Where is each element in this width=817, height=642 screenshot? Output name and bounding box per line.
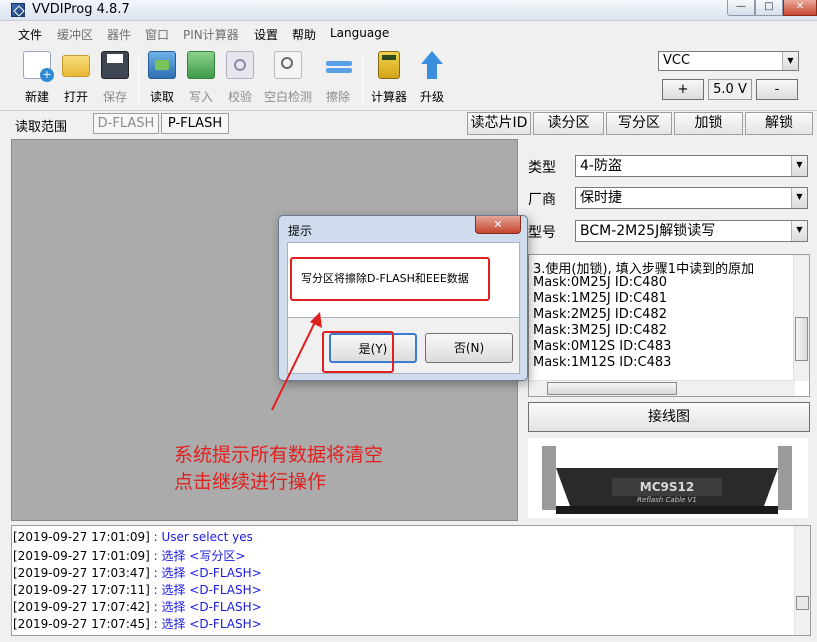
- menu-window[interactable]: 窗口: [145, 26, 169, 43]
- calculator-icon: [378, 51, 400, 79]
- log-scrollbar[interactable]: [794, 526, 810, 635]
- info-vertical-scrollbar[interactable]: [793, 255, 809, 381]
- maker-select[interactable]: 保时捷 ▼: [575, 187, 808, 209]
- list-item: Mask:3M25J ID:C482: [533, 323, 667, 338]
- range-label: 读取范围: [15, 120, 68, 135]
- maker-label: 厂商: [528, 192, 556, 208]
- log-row: [2019-09-27 17:07:11] : 选择 <D-FLASH>: [13, 583, 262, 597]
- list-item: Mask:1M25J ID:C481: [533, 291, 667, 306]
- menu-device[interactable]: 器件: [107, 26, 131, 43]
- tab-p-flash[interactable]: P-FLASH: [161, 113, 229, 134]
- close-button[interactable]: ✕: [783, 0, 817, 16]
- dialog-close-button[interactable]: ✕: [475, 216, 521, 234]
- calculator-button[interactable]: 计算器: [369, 51, 409, 104]
- log-row: [2019-09-27 17:03:47] : 选择 <D-FLASH>: [13, 566, 262, 580]
- info-list[interactable]: 3.使用(加锁), 填入步骤1中读到的原加 Mask:0M25J ID:C480…: [528, 254, 810, 397]
- window-title: VVDIProg 4.8.7: [32, 2, 130, 17]
- annotation-line-1: 系统提示所有数据将清空: [174, 444, 384, 466]
- annotation-line-2: 点击继续进行操作: [174, 471, 327, 493]
- vcc-increase-button[interactable]: +: [662, 79, 704, 100]
- list-item: Mask:0M12S ID:C483: [533, 339, 672, 354]
- type-label: 类型: [528, 160, 556, 176]
- cable-subtitle: Reflash Cable V1: [637, 496, 697, 504]
- write-partition-button[interactable]: 写分区: [606, 112, 672, 135]
- log-row: [2019-09-27 17:01:09] : User select yes: [13, 530, 253, 544]
- dialog-title: 提示: [288, 224, 313, 238]
- annotation-arrow: [271, 312, 322, 411]
- vcc-value: 5.0 V: [708, 79, 752, 100]
- model-label: 型号: [528, 225, 556, 241]
- menu-buffer[interactable]: 缓冲区: [57, 26, 93, 43]
- menu-pin-calculator[interactable]: PIN计算器: [183, 26, 239, 43]
- lock-button[interactable]: 加锁: [674, 112, 743, 135]
- menu-language[interactable]: Language: [330, 26, 389, 40]
- new-file-icon: +: [23, 51, 54, 82]
- log-row: [2019-09-27 17:07:42] : 选择 <D-FLASH>: [13, 600, 262, 614]
- menu-bar: 文件 缓冲区 器件 窗口 PIN计算器 设置 帮助 Language: [0, 22, 817, 44]
- chip-write-icon: [187, 51, 215, 79]
- read-partition-button[interactable]: 读分区: [533, 112, 604, 135]
- menu-settings[interactable]: 设置: [254, 26, 278, 43]
- eraser-icon: [324, 51, 352, 79]
- log-panel[interactable]: [2019-09-27 17:01:09] : User select yes …: [11, 525, 811, 636]
- tab-d-flash[interactable]: D-FLASH: [93, 113, 159, 134]
- vcc-decrease-button[interactable]: -: [756, 79, 798, 100]
- list-item: Mask:2M25J ID:C482: [533, 307, 667, 322]
- upgrade-button[interactable]: 升级: [412, 51, 452, 104]
- dialog-message: 写分区将擦除D-FLASH和EEE数据: [290, 257, 490, 301]
- blank-check-button[interactable]: 空白检测: [264, 51, 312, 104]
- read-chip-id-button[interactable]: 读芯片ID: [467, 112, 531, 135]
- chevron-down-icon: ▼: [791, 221, 807, 241]
- info-horizontal-scrollbar[interactable]: [529, 380, 795, 396]
- list-item: Mask:0M25J ID:C480: [533, 275, 667, 290]
- menu-file[interactable]: 文件: [18, 26, 42, 43]
- vcc-select[interactable]: VCC ▼: [658, 51, 799, 71]
- chevron-down-icon: ▼: [791, 156, 807, 176]
- folder-icon: [62, 55, 90, 77]
- wiring-diagram-button[interactable]: 接线图: [528, 402, 810, 432]
- cable-brand: MC9S12: [640, 480, 694, 494]
- range-row: 读取范围 D-FLASH P-FLASH 读芯片ID 读分区 写分区 加锁 解锁: [0, 110, 817, 136]
- chevron-down-icon: ▼: [791, 188, 807, 208]
- maximize-button[interactable]: □: [755, 0, 783, 16]
- minimize-button[interactable]: —: [727, 0, 755, 16]
- list-item: Mask:1M12S ID:C483: [533, 355, 672, 370]
- no-button[interactable]: 否(N): [425, 333, 513, 363]
- save-button[interactable]: 保存: [95, 51, 135, 104]
- unlock-button[interactable]: 解锁: [745, 112, 813, 135]
- model-select[interactable]: BCM-2M25J解锁读写 ▼: [575, 220, 808, 242]
- verify-icon: [226, 51, 254, 79]
- erase-button[interactable]: 擦除: [318, 51, 358, 104]
- verify-button[interactable]: 校验: [220, 51, 260, 104]
- floppy-disk-icon: [101, 51, 129, 79]
- magnifier-icon: [274, 51, 302, 79]
- menu-help[interactable]: 帮助: [292, 26, 316, 43]
- chevron-down-icon: ▼: [782, 52, 798, 70]
- chip-read-icon: [148, 51, 176, 79]
- cable-image: MC9S12 Reflash Cable V1: [528, 438, 808, 518]
- arrow-up-icon: [418, 51, 446, 79]
- log-row: [2019-09-27 17:01:09] : 选择 <写分区>: [13, 549, 246, 563]
- log-row: [2019-09-27 17:07:45] : 选择 <D-FLASH>: [13, 617, 262, 631]
- type-select[interactable]: 4-防盗 ▼: [575, 155, 808, 177]
- app-icon: [11, 3, 25, 17]
- title-bar: VVDIProg 4.8.7 — □ ✕: [0, 0, 817, 21]
